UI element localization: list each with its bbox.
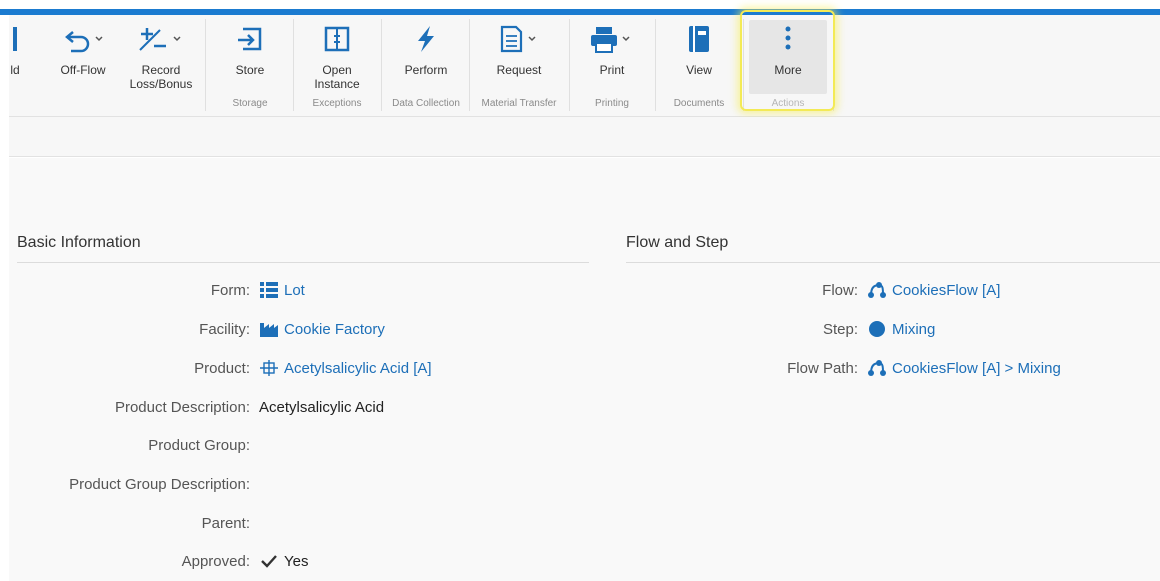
group-label-storage: Storage xyxy=(232,98,268,109)
request-button[interactable]: Request xyxy=(481,15,557,95)
form-link[interactable]: Lot xyxy=(284,282,305,299)
group-separator xyxy=(569,19,570,111)
step-row: Step: Mixing xyxy=(822,319,936,339)
basic-information-divider xyxy=(17,262,589,263)
facility-value: Cookie Factory xyxy=(259,319,385,339)
flow-row: Flow: CookiesFlow [A] xyxy=(822,280,1001,300)
ribbon-toolbar: ld Off-Flow Record Loss/Bonus Store Stor… xyxy=(9,15,1160,117)
flow-and-step-divider xyxy=(626,262,1160,263)
print-button[interactable]: Print xyxy=(575,15,649,95)
group-label-material-transfer: Material Transfer xyxy=(481,98,557,109)
parent-row: Parent: xyxy=(201,514,250,532)
group-label-data-collection: Data Collection xyxy=(392,98,460,109)
group-label-documents: Documents xyxy=(673,98,725,109)
flow-and-step-title: Flow and Step xyxy=(626,234,729,251)
open-instance-icon xyxy=(317,23,357,55)
store-button[interactable]: Store xyxy=(219,15,281,95)
form-row: Form: Lot xyxy=(210,280,305,300)
more-button[interactable]: More xyxy=(749,15,827,95)
group-separator xyxy=(743,19,744,111)
flow-icon xyxy=(867,358,887,378)
group-separator xyxy=(381,19,382,111)
flow-path-value: CookiesFlow [A] > Mixing xyxy=(867,358,1061,378)
product-group-description-row: Product Group Description: xyxy=(69,475,250,493)
store-into-icon xyxy=(230,23,270,55)
product-description-value: Acetylsalicylic Acid xyxy=(259,398,385,416)
flow-value: CookiesFlow [A] xyxy=(867,280,1000,300)
record-loss-bonus-button[interactable]: Record Loss/Bonus xyxy=(121,15,201,95)
facility-link[interactable]: Cookie Factory xyxy=(284,321,385,338)
view-button[interactable]: View xyxy=(665,15,733,95)
book-icon xyxy=(679,23,719,55)
approved-value: Yes xyxy=(259,551,308,571)
vertical-dots-icon xyxy=(768,23,808,55)
flow-path-link[interactable]: CookiesFlow [A] > Mixing xyxy=(892,360,1061,377)
flow-icon xyxy=(867,280,887,300)
step-value: Mixing xyxy=(867,319,935,339)
form-value: Lot xyxy=(259,280,305,300)
group-separator xyxy=(655,19,656,111)
group-separator xyxy=(469,19,470,111)
product-link[interactable]: Acetylsalicylic Acid [A] xyxy=(284,360,432,377)
bar-icon xyxy=(5,23,25,55)
product-icon xyxy=(259,358,279,378)
plus-minus-icon xyxy=(136,23,186,55)
list-icon xyxy=(259,280,279,300)
document-icon xyxy=(494,23,544,55)
perform-button[interactable]: Perform xyxy=(389,15,463,95)
open-instance-button[interactable]: Open Instance xyxy=(305,15,369,95)
flow-link[interactable]: CookiesFlow [A] xyxy=(892,282,1000,299)
lightning-icon xyxy=(406,23,446,55)
product-description-row: Product Description: Acetylsalicylic Aci… xyxy=(114,398,385,416)
secondary-band xyxy=(9,117,1160,157)
step-dot-icon xyxy=(867,319,887,339)
group-label-printing: Printing xyxy=(595,98,629,109)
off-flow-button[interactable]: Off-Flow xyxy=(51,15,115,95)
approved-row: Approved: Yes xyxy=(181,551,309,571)
group-label-actions: Actions xyxy=(771,98,805,109)
factory-icon xyxy=(259,319,279,339)
check-icon xyxy=(259,551,279,571)
group-separator xyxy=(293,19,294,111)
product-row: Product: Acetylsalicylic Acid [A] xyxy=(194,358,432,378)
flow-path-row: Flow Path: CookiesFlow [A] > Mixing xyxy=(787,358,1061,378)
product-group-row: Product Group: xyxy=(148,436,250,454)
group-separator xyxy=(205,19,206,111)
hold-button[interactable]: ld xyxy=(0,15,30,95)
basic-information-title: Basic Information xyxy=(17,234,141,251)
product-value: Acetylsalicylic Acid [A] xyxy=(259,358,432,378)
step-link[interactable]: Mixing xyxy=(892,321,935,338)
approved-text: Yes xyxy=(284,552,309,570)
group-label-exceptions: Exceptions xyxy=(312,98,362,109)
printer-icon xyxy=(587,23,637,55)
group-separator xyxy=(833,19,834,111)
undo-arrow-icon xyxy=(63,23,103,55)
facility-row: Facility: Cookie Factory xyxy=(199,319,385,339)
